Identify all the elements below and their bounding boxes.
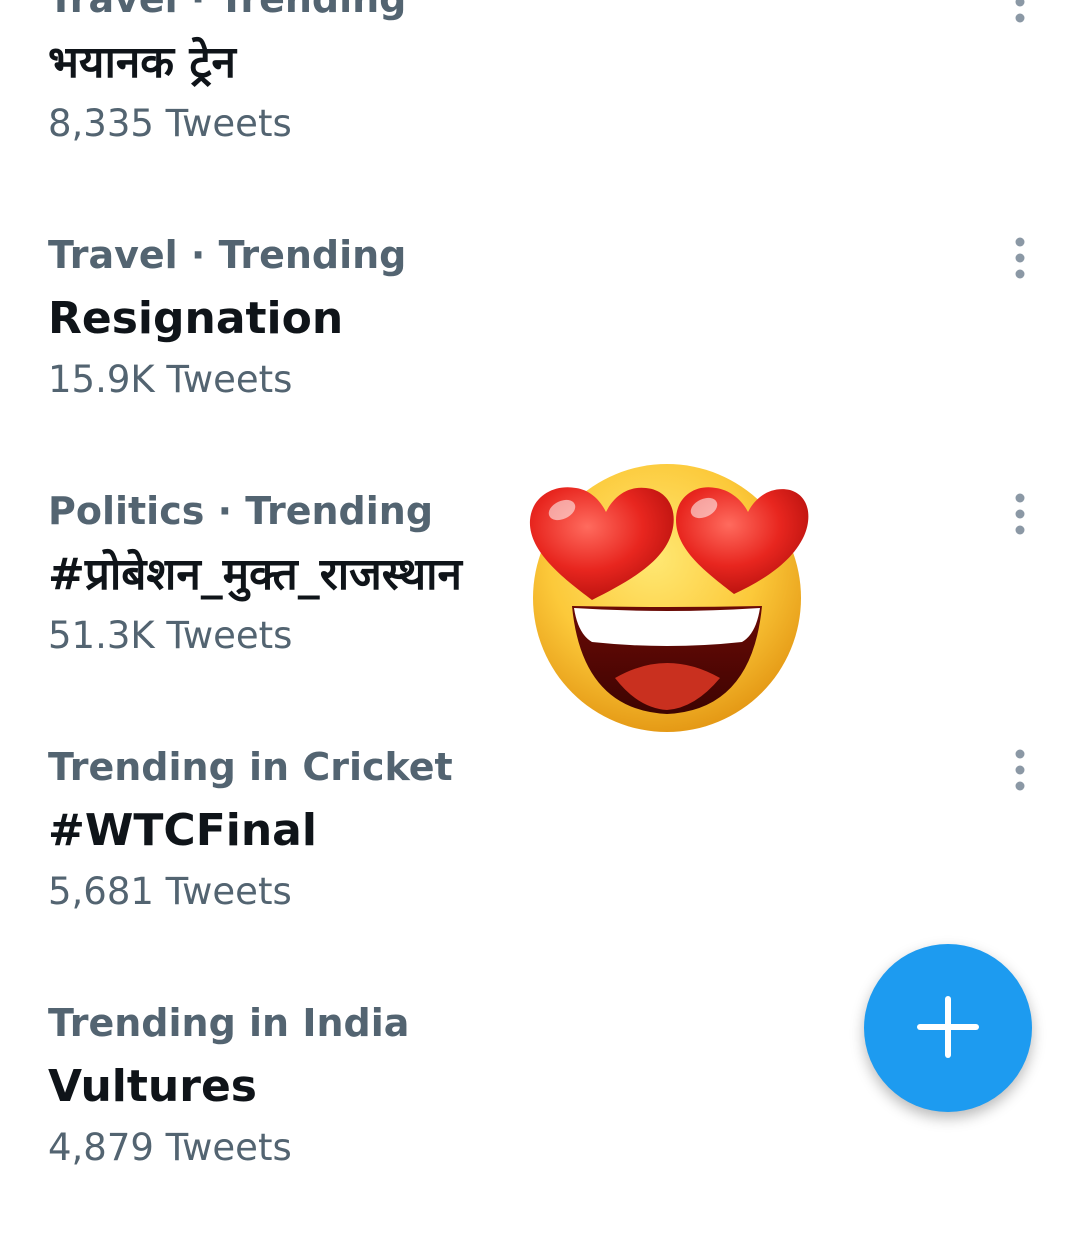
more-options-button[interactable] [1000,0,1040,26]
trend-tweet-count: 15.9K Tweets [48,358,293,401]
trend-title: #WTCFinal [48,805,317,856]
trend-context: Travel · Trending [48,0,406,22]
trend-title: Resignation [48,293,344,344]
trend-item[interactable]: Travel · Trending Resignation 15.9K Twee… [0,232,1080,488]
trend-context: Politics · Trending [48,489,434,533]
trend-tweet-count: 51.3K Tweets [48,614,293,657]
more-vertical-icon [1015,0,1025,23]
heart-eyes-emoji [520,458,810,738]
plus-icon [917,996,979,1058]
trend-item[interactable]: Travel · Trending भयानक ट्रेन 8,335 Twee… [0,0,1080,232]
trend-title: #प्रोबेशन_मुक्त_राजस्थान [48,549,462,600]
more-vertical-icon [1015,749,1025,791]
trend-context: Trending in Cricket [48,745,453,789]
trend-tweet-count: 4,879 Tweets [48,1126,292,1169]
trend-context: Travel · Trending [48,233,407,277]
trend-context: Trending in India [48,1001,410,1045]
more-vertical-icon [1015,237,1025,279]
more-options-button[interactable] [1000,232,1040,282]
trend-tweet-count: 5,681 Tweets [48,870,292,913]
trend-title: भयानक ट्रेन [48,37,236,88]
more-vertical-icon [1015,493,1025,535]
trend-title: Vultures [48,1061,257,1112]
compose-tweet-button[interactable] [864,944,1032,1112]
more-options-button[interactable] [1000,488,1040,538]
more-options-button[interactable] [1000,744,1040,794]
trend-tweet-count: 8,335 Tweets [48,102,292,145]
